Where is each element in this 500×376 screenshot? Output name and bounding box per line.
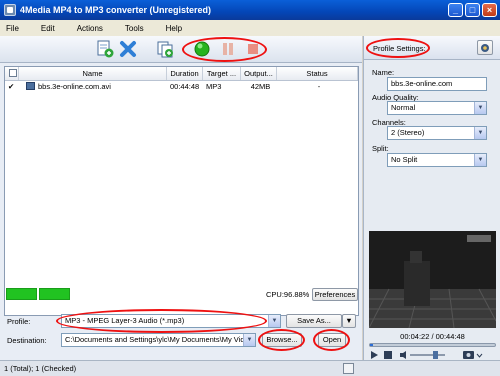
main-panel: Name Duration Target ... Output... Statu… bbox=[0, 36, 362, 376]
column-target[interactable]: Target ... bbox=[203, 67, 241, 80]
file-list-header: Name Duration Target ... Output... Statu… bbox=[5, 67, 358, 81]
destination-label: Destination: bbox=[7, 336, 47, 345]
status-text: 1 (Total); 1 (Checked) bbox=[4, 364, 77, 373]
chevron-down-icon[interactable]: ▼ bbox=[474, 154, 486, 166]
menu-tools[interactable]: Tools bbox=[125, 24, 144, 33]
add-file-button[interactable] bbox=[95, 39, 115, 59]
file-list: Name Duration Target ... Output... Statu… bbox=[4, 66, 359, 316]
chevron-down-icon bbox=[476, 353, 483, 358]
maximize-button[interactable]: □ bbox=[465, 3, 480, 17]
menu-edit[interactable]: Edit bbox=[41, 24, 55, 33]
start-icon bbox=[194, 41, 210, 57]
column-name[interactable]: Name bbox=[19, 67, 167, 80]
delete-icon bbox=[120, 41, 136, 57]
menu-help[interactable]: Help bbox=[166, 24, 182, 33]
progress-segment bbox=[6, 288, 37, 300]
profile-select[interactable]: MP3 - MPEG Layer-3 Audio (*.mp3) ▼ bbox=[61, 314, 281, 328]
select-all-checkbox[interactable] bbox=[9, 69, 17, 77]
chevron-down-icon[interactable]: ▼ bbox=[474, 102, 486, 114]
add-profile-button[interactable] bbox=[155, 39, 175, 59]
app-icon bbox=[4, 4, 16, 16]
playback-time: 00:04:22 / 00:44:48 bbox=[400, 332, 465, 341]
add-file-icon bbox=[97, 40, 114, 58]
preferences-button[interactable]: Preferences bbox=[312, 288, 358, 301]
chevron-down-icon[interactable]: ▼ bbox=[268, 315, 280, 327]
audio-quality-value: Normal bbox=[391, 103, 416, 112]
cpu-usage: CPU:96.88% bbox=[266, 290, 310, 299]
chevron-down-icon[interactable]: ▼ bbox=[243, 334, 255, 346]
save-as-button[interactable]: Save As... bbox=[286, 314, 342, 328]
preview-frame bbox=[369, 231, 496, 328]
destination-select[interactable]: C:\Documents and Settings\ylc\My Documen… bbox=[61, 333, 256, 347]
volume-icon bbox=[400, 351, 406, 359]
channels-value: 2 (Stereo) bbox=[391, 128, 425, 137]
close-button[interactable]: × bbox=[482, 3, 497, 17]
gear-icon bbox=[481, 44, 489, 52]
progress-area: CPU:96.88% Preferences bbox=[4, 288, 359, 301]
destination-value: C:\Documents and Settings\ylc\My Documen… bbox=[65, 335, 255, 344]
snapshot-icon bbox=[463, 351, 474, 359]
menu-actions[interactable]: Actions bbox=[77, 24, 103, 33]
toolbar bbox=[0, 36, 362, 63]
start-convert-button[interactable] bbox=[192, 39, 212, 59]
menu-bar: File Edit Actions Tools Help bbox=[0, 20, 500, 36]
table-row[interactable]: ✔ bbs.3e-online.com.avi 00:44:48 MP3 42M… bbox=[5, 81, 358, 93]
stop-button[interactable] bbox=[243, 39, 263, 59]
column-status[interactable]: Status bbox=[277, 67, 358, 80]
browse-button[interactable]: Browse... bbox=[262, 333, 302, 347]
title-bar: 4Media MP4 to MP3 converter (Unregistere… bbox=[0, 0, 500, 20]
pause-icon bbox=[223, 43, 233, 55]
profile-value: MP3 - MPEG Layer-3 Audio (*.mp3) bbox=[65, 316, 185, 325]
chevron-down-icon[interactable]: ▼ bbox=[474, 127, 486, 139]
progress-segment bbox=[39, 288, 70, 300]
video-preview bbox=[369, 231, 496, 328]
column-duration[interactable]: Duration bbox=[167, 67, 203, 80]
log-icon[interactable] bbox=[343, 363, 354, 374]
channels-select[interactable]: 2 (Stereo) ▼ bbox=[387, 126, 487, 140]
stop-icon bbox=[384, 351, 392, 359]
status-bar: 1 (Total); 1 (Checked) bbox=[0, 360, 500, 376]
window-title: 4Media MP4 to MP3 converter (Unregistere… bbox=[20, 5, 212, 15]
pause-button[interactable] bbox=[218, 39, 238, 59]
profile-settings-title: Profile Settings: bbox=[373, 44, 426, 53]
save-as-dropdown[interactable]: ▼ bbox=[342, 314, 356, 328]
add-profile-icon bbox=[157, 41, 173, 58]
open-button[interactable]: Open bbox=[318, 333, 346, 347]
row-status: - bbox=[317, 82, 321, 91]
row-name-cell: bbs.3e-online.com.avi bbox=[19, 81, 167, 93]
split-label: Split: bbox=[372, 144, 389, 153]
name-label: Name: bbox=[372, 68, 395, 77]
row-target: MP3 bbox=[206, 82, 222, 91]
row-checkbox[interactable]: ✔ bbox=[5, 81, 19, 93]
remove-button[interactable] bbox=[118, 39, 138, 59]
row-duration: 00:44:48 bbox=[170, 82, 200, 91]
player-controls bbox=[367, 349, 499, 361]
profile-settings-header: Profile Settings: bbox=[364, 36, 500, 60]
profile-settings-panel: Profile Settings: Name: bbs.3e-online.co… bbox=[363, 36, 500, 360]
play-icon bbox=[371, 351, 378, 359]
select-all-checkbox-cell[interactable] bbox=[5, 67, 19, 80]
name-value: bbs.3e-online.com bbox=[391, 79, 453, 88]
player-controls-icons bbox=[371, 351, 483, 359]
advanced-settings-button[interactable] bbox=[477, 40, 493, 55]
seek-fill bbox=[370, 344, 373, 346]
seek-bar[interactable] bbox=[369, 343, 496, 347]
split-select[interactable]: No Split ▼ bbox=[387, 153, 487, 167]
menu-file[interactable]: File bbox=[6, 24, 19, 33]
row-name: bbs.3e-online.com.avi bbox=[38, 82, 111, 91]
profile-label: Profile: bbox=[7, 317, 31, 326]
column-output[interactable]: Output... bbox=[241, 67, 277, 80]
video-file-icon bbox=[26, 82, 35, 90]
split-value: No Split bbox=[391, 155, 418, 164]
name-field[interactable]: bbs.3e-online.com bbox=[387, 77, 487, 91]
minimize-button[interactable]: _ bbox=[448, 3, 463, 17]
progress-bar bbox=[6, 288, 70, 300]
audio-quality-select[interactable]: Normal ▼ bbox=[387, 101, 487, 115]
row-output: 42MB bbox=[250, 82, 271, 91]
stop-icon bbox=[248, 44, 258, 54]
